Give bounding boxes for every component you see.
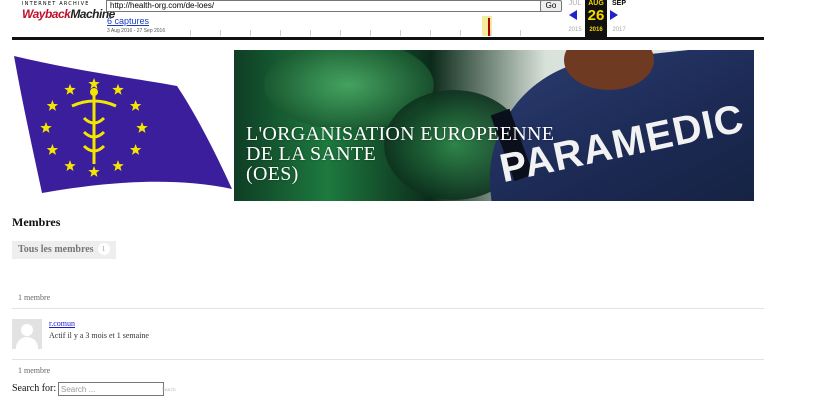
timeline-tick (370, 30, 371, 36)
next-capture-arrow-icon[interactable] (610, 10, 618, 20)
banner-title: L'ORGANISATION EUROPEENNE DE LA SANTE (O… (246, 123, 555, 185)
avatar[interactable] (12, 319, 42, 349)
tab-count-badge: 1 (97, 243, 110, 255)
timeline-tick (190, 30, 191, 36)
tab-all-members-label: Tous les membres (18, 244, 94, 255)
current-day-label: 26 (587, 7, 605, 24)
timeline-tick (220, 30, 221, 36)
timeline-tick (520, 30, 521, 36)
search-input[interactable] (58, 382, 164, 396)
wayback-go-button[interactable]: Go (540, 0, 562, 12)
timeline-tick (430, 30, 431, 36)
wayback-toolbar: INTERNET ARCHIVE WaybackMachine http://h… (12, 0, 764, 40)
prev-month-label: JUL (568, 0, 582, 7)
wayback-logo[interactable]: INTERNET ARCHIVE WaybackMachine (22, 0, 115, 22)
timeline-tick (490, 30, 491, 36)
search-button[interactable]: Search (162, 388, 176, 393)
timeline-tick (280, 30, 281, 36)
timeline-tick (340, 30, 341, 36)
header-banner: PARAMEDIC L'ORGANISATION EUROPEENNE DE L… (234, 50, 754, 201)
flag-logo-icon (14, 56, 232, 193)
timeline-tick (400, 30, 401, 36)
divider (12, 308, 764, 309)
wayback-captures-link[interactable]: 6 captures (107, 16, 149, 26)
current-year-label: 2016 (589, 27, 603, 33)
prev-year-label: 2015 (568, 27, 582, 33)
timeline-tick (310, 30, 311, 36)
wayback-url-input[interactable]: http://health-org.com/de-loes/ (106, 0, 542, 12)
wayback-timeline[interactable] (190, 12, 556, 36)
member-last-active: Actif il y a 3 mois et 1 semaine (49, 331, 149, 340)
prev-capture-arrow-icon[interactable] (569, 10, 577, 20)
next-year-label: 2017 (612, 27, 626, 33)
timeline-tick (460, 30, 461, 36)
page-title: Membres (12, 215, 61, 229)
wayback-capture-range: 3 Aug 2016 - 27 Sep 2016 (107, 28, 166, 34)
current-month-label: AUG (588, 0, 604, 7)
member-count-top: 1 membre (18, 293, 51, 302)
timeline-tick (250, 30, 251, 36)
divider (12, 359, 764, 360)
member-count-bottom: 1 membre (18, 366, 51, 375)
next-month-label: SEP (611, 0, 626, 7)
tab-all-members[interactable]: Tous les membres 1 (12, 241, 116, 259)
wayback-logo-way: Wayback (22, 7, 71, 21)
member-name-link[interactable]: r.comun (49, 319, 75, 328)
search-label: Search for: (12, 383, 57, 394)
